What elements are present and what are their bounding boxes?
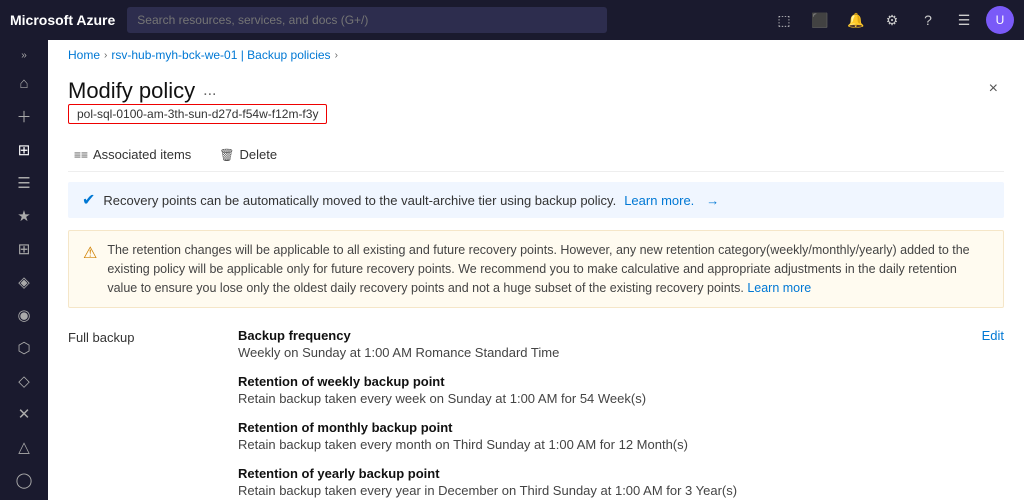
full-backup-weekly-title: Retention of weekly backup point xyxy=(238,374,1004,389)
sidebar-item-blue[interactable]: ◉ xyxy=(4,300,44,329)
breadcrumb: Home › rsv-hub-myh-bck-we-01 | Backup po… xyxy=(48,40,1024,70)
info-banner-learn-more[interactable]: Learn more. xyxy=(624,193,694,208)
sidebar-item-services[interactable]: ☰ xyxy=(4,168,44,197)
full-backup-details: Edit Backup frequency Weekly on Sunday a… xyxy=(238,328,1004,500)
info-banner-text: Recovery points can be automatically mov… xyxy=(103,193,616,208)
warning-text: The retention changes will be applicable… xyxy=(107,243,969,295)
breadcrumb-sep-2: › xyxy=(335,50,338,61)
warning-icon: ⚠ xyxy=(83,242,97,266)
full-backup-yearly-retention: Retention of yearly backup point Retain … xyxy=(238,466,1004,498)
associated-items-btn[interactable]: ≡≡ Associated items xyxy=(68,144,197,165)
policy-id-tag: pol-sql-0100-am-3th-sun-d27d-f54w-f12m-f… xyxy=(68,104,327,124)
sidebar: » ⌂ ＋ ⊞ ☰ ★ ⊞ ◈ ◉ ⬡ ◇ ✕ △ ◯ xyxy=(0,40,48,500)
full-backup-frequency-title: Backup frequency xyxy=(238,328,1004,343)
delete-icon: 🗑 xyxy=(219,148,234,162)
portal-icon[interactable]: ⬚ xyxy=(770,6,798,34)
help-icon[interactable]: ? xyxy=(914,6,942,34)
sidebar-item-policy[interactable]: ✕ xyxy=(4,399,44,428)
page-title: Modify policy xyxy=(68,78,195,104)
close-button[interactable]: × xyxy=(983,78,1004,100)
full-backup-monthly-value: Retain backup taken every month on Third… xyxy=(238,437,1004,452)
warning-learn-more[interactable]: Learn more xyxy=(747,281,811,295)
nav-icons: ⬚ ⬛ 🔔 ⚙ ? ☰ U xyxy=(770,6,1014,34)
notification-icon[interactable]: 🔔 xyxy=(842,6,870,34)
sidebar-item-home[interactable]: ⌂ xyxy=(4,69,44,98)
associated-items-icon: ≡≡ xyxy=(74,148,88,162)
sidebar-item-alerts[interactable]: △ xyxy=(4,432,44,461)
warning-text-block: The retention changes will be applicable… xyxy=(107,241,989,297)
sidebar-item-favorites[interactable]: ★ xyxy=(4,201,44,230)
delete-label: Delete xyxy=(240,147,278,162)
breadcrumb-sep-1: › xyxy=(104,50,107,61)
full-backup-weekly-value: Retain backup taken every week on Sunday… xyxy=(238,391,1004,406)
delete-btn[interactable]: 🗑 Delete xyxy=(213,144,283,165)
sidebar-expand-btn[interactable]: » xyxy=(17,46,31,65)
cloud-shell-icon[interactable]: ⬛ xyxy=(806,6,834,34)
settings-icon[interactable]: ⚙ xyxy=(878,6,906,34)
toolbar: ≡≡ Associated items 🗑 Delete xyxy=(68,138,1004,172)
sidebar-item-dev[interactable]: ⬡ xyxy=(4,333,44,362)
full-backup-weekly-retention: Retention of weekly backup point Retain … xyxy=(238,374,1004,406)
warning-banner: ⚠ The retention changes will be applicab… xyxy=(68,230,1004,308)
feedback-icon[interactable]: ☰ xyxy=(950,6,978,34)
top-navbar: Microsoft Azure ⬚ ⬛ 🔔 ⚙ ? ☰ U xyxy=(0,0,1024,40)
content-area: Home › rsv-hub-myh-bck-we-01 | Backup po… xyxy=(48,40,1024,500)
sidebar-item-create[interactable]: ＋ xyxy=(4,102,44,131)
brand-name: Microsoft Azure xyxy=(10,12,115,28)
full-backup-section: Full backup Edit Backup frequency Weekly… xyxy=(68,328,1004,500)
associated-items-label: Associated items xyxy=(93,147,191,162)
sidebar-item-grid[interactable]: ⊞ xyxy=(4,234,44,263)
info-banner: ✔ Recovery points can be automatically m… xyxy=(68,182,1004,218)
sidebar-item-dashboard[interactable]: ⊞ xyxy=(4,135,44,164)
avatar[interactable]: U xyxy=(986,6,1014,34)
sidebar-item-monitor[interactable]: ◇ xyxy=(4,366,44,395)
full-backup-edit-btn[interactable]: Edit xyxy=(982,328,1004,343)
breadcrumb-backup-policies[interactable]: rsv-hub-myh-bck-we-01 | Backup policies xyxy=(111,48,330,62)
full-backup-frequency: Backup frequency Weekly on Sunday at 1:0… xyxy=(238,328,1004,360)
info-check-icon: ✔ xyxy=(82,190,95,210)
search-input[interactable] xyxy=(127,7,607,33)
page-title-menu-btn[interactable]: ... xyxy=(203,82,216,100)
main-layout: » ⌂ ＋ ⊞ ☰ ★ ⊞ ◈ ◉ ⬡ ◇ ✕ △ ◯ Home › rsv-h… xyxy=(0,40,1024,500)
sidebar-item-security[interactable]: ◯ xyxy=(4,465,44,494)
full-backup-yearly-value: Retain backup taken every year in Decemb… xyxy=(238,483,1004,498)
info-banner-arrow: → xyxy=(706,193,719,208)
sidebar-item-resource[interactable]: ◈ xyxy=(4,267,44,296)
page-content: Modify policy ... pol-sql-0100-am-3th-su… xyxy=(48,70,1024,500)
full-backup-monthly-title: Retention of monthly backup point xyxy=(238,420,1004,435)
page-title-row: Modify policy ... xyxy=(68,78,327,104)
breadcrumb-home[interactable]: Home xyxy=(68,48,100,62)
page-header: Modify policy ... pol-sql-0100-am-3th-su… xyxy=(68,70,1004,138)
full-backup-frequency-value: Weekly on Sunday at 1:00 AM Romance Stan… xyxy=(238,345,1004,360)
full-backup-yearly-title: Retention of yearly backup point xyxy=(238,466,1004,481)
full-backup-label: Full backup xyxy=(68,328,238,500)
full-backup-monthly-retention: Retention of monthly backup point Retain… xyxy=(238,420,1004,452)
